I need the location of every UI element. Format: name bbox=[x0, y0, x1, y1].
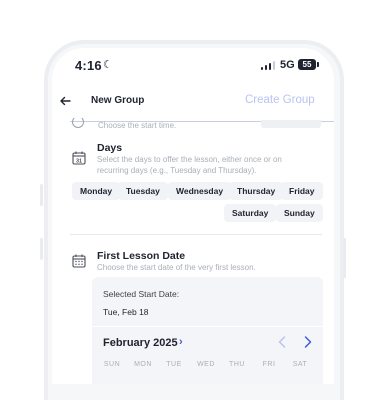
selected-date-value: Tue, Feb 18 bbox=[103, 307, 149, 317]
chevron-right-icon[interactable]: › bbox=[179, 336, 183, 348]
phone-side-button-left bbox=[40, 184, 43, 206]
signal-icon bbox=[261, 61, 275, 70]
day-chip-thursday[interactable]: Thursday bbox=[229, 182, 284, 200]
card-divider bbox=[92, 326, 323, 327]
day-chip-wednesday[interactable]: Wednesday bbox=[168, 182, 232, 200]
first-lesson-title: First Lesson Date bbox=[97, 250, 186, 262]
nav-header: New Group Create Group bbox=[52, 92, 334, 120]
month-selector[interactable]: February 2025 bbox=[103, 337, 178, 349]
day-chip-monday[interactable]: Monday bbox=[72, 182, 121, 200]
date-picker-card: Selected Start Date: Tue, Feb 18 Februar… bbox=[92, 277, 323, 384]
battery-tip bbox=[317, 62, 319, 67]
weekday-thu: THU bbox=[229, 361, 245, 368]
day-chip-friday[interactable]: Friday bbox=[281, 182, 323, 200]
moon-icon: ☾ bbox=[103, 59, 113, 71]
weekday-tue: TUE bbox=[166, 361, 182, 368]
weekday-sun: SUN bbox=[103, 361, 121, 368]
battery-icon: 55 bbox=[298, 59, 316, 70]
phone-side-button-left-2 bbox=[40, 238, 43, 260]
weekday-fri: FRI bbox=[262, 361, 276, 368]
app-screen: 4:16 ☾ 5G 55 New Group Create Group Choo… bbox=[52, 48, 334, 384]
phone-side-button-right bbox=[343, 238, 346, 278]
weekday-mon: MON bbox=[134, 361, 152, 368]
weekday-sat: SAT bbox=[292, 361, 308, 368]
day-chip-saturday[interactable]: Saturday bbox=[224, 204, 277, 222]
clock-icon bbox=[72, 116, 84, 128]
next-month-icon[interactable] bbox=[303, 335, 313, 349]
create-group-button[interactable]: Create Group bbox=[245, 94, 315, 106]
network-label: 5G bbox=[280, 59, 295, 71]
weekday-wed: WED bbox=[197, 361, 215, 368]
days-description: Select the days to offer the lesson, eit… bbox=[97, 155, 282, 175]
previous-month-icon[interactable] bbox=[277, 335, 287, 349]
status-time: 4:16 bbox=[75, 58, 102, 73]
day-chip-sunday[interactable]: Sunday bbox=[276, 204, 323, 222]
status-bar: 4:16 ☾ 5G 55 bbox=[52, 48, 334, 84]
svg-text:31: 31 bbox=[76, 159, 82, 165]
page-title: New Group bbox=[91, 95, 145, 106]
start-time-field[interactable] bbox=[261, 120, 321, 128]
selected-date-label: Selected Start Date: bbox=[103, 289, 180, 299]
calendar-icon: 31 bbox=[72, 151, 86, 165]
section-divider bbox=[70, 234, 322, 235]
calendar-grid-icon bbox=[72, 254, 86, 268]
start-time-hint: Choose the start time. bbox=[98, 121, 177, 130]
day-chip-tuesday[interactable]: Tuesday bbox=[118, 182, 168, 200]
first-lesson-description: Choose the start date of the very first … bbox=[97, 263, 256, 272]
days-title: Days bbox=[97, 142, 123, 154]
back-arrow-icon[interactable] bbox=[59, 95, 71, 107]
